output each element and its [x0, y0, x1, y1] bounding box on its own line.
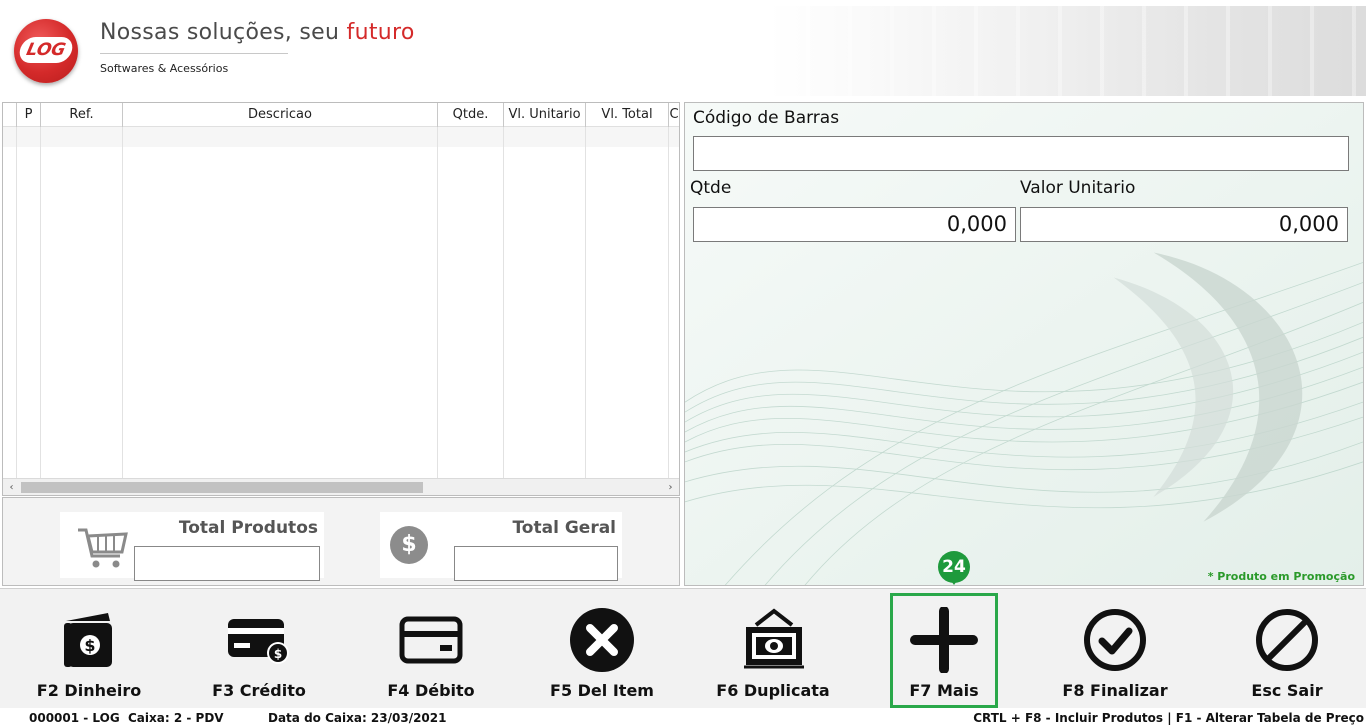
f5-del-item-label: F5 Del Item: [550, 681, 654, 700]
esc-sair-button[interactable]: Esc Sair: [1212, 589, 1362, 707]
status-data-caixa: Data do Caixa: 23/03/2021: [268, 711, 447, 725]
total-geral-box: $ Total Geral: [380, 512, 622, 581]
wave-background: [685, 103, 1363, 585]
col-vl-unitario[interactable]: Vl. Unitario: [504, 103, 586, 127]
totals-panel: Total Produtos $ Total Geral: [2, 497, 680, 586]
grid-line: [40, 127, 41, 479]
f4-debito-label: F4 Débito: [387, 681, 475, 700]
total-produtos-box: Total Produtos: [60, 512, 324, 581]
col-qtde[interactable]: Qtde.: [438, 103, 504, 127]
f5-del-item-button[interactable]: F5 Del Item: [527, 589, 677, 707]
brand-tagline: Nossas soluções, seu futuro: [100, 20, 415, 45]
brand-divider: [100, 53, 288, 54]
f3-credito-label: F3 Crédito: [212, 681, 306, 700]
cart-icon: [78, 528, 128, 568]
check-circle-icon: [1084, 609, 1146, 671]
cash-icon: $: [64, 613, 112, 667]
col-vl-total[interactable]: Vl. Total: [586, 103, 669, 127]
total-produtos-label: Total Produtos: [178, 518, 318, 538]
tagline-prefix: Nossas soluções, seu: [100, 20, 347, 45]
horizontal-scrollbar[interactable]: ‹ ›: [3, 478, 679, 495]
logo-text: LOG: [17, 37, 75, 63]
debit-card-icon: [399, 616, 463, 664]
product-entry-panel: Código de Barras Qtde 0,000 Valor Unitar…: [684, 102, 1364, 586]
f4-debito-button[interactable]: F4 Débito: [356, 589, 506, 707]
dollar-icon: $: [390, 526, 428, 564]
brand-subtitle: Softwares & Acessórios: [100, 62, 229, 75]
function-toolbar: $ F2 Dinheiro $ F3 Crédito F4 Débito F5 …: [0, 588, 1366, 708]
f6-duplicata-button[interactable]: F6 Duplicata: [698, 589, 848, 707]
grid-line: [503, 127, 504, 479]
barcode-label: Código de Barras: [693, 108, 840, 128]
f8-finalizar-button[interactable]: F8 Finalizar: [1040, 589, 1190, 707]
step-badge: 24: [938, 551, 972, 585]
grid-line: [585, 127, 586, 479]
grid-header: P Ref. Descricao Qtde. Vl. Unitario Vl. …: [3, 103, 679, 127]
items-grid[interactable]: P Ref. Descricao Qtde. Vl. Unitario Vl. …: [2, 102, 680, 496]
svg-text:$: $: [84, 636, 95, 655]
prohibited-icon: [1256, 609, 1318, 671]
f2-dinheiro-label: F2 Dinheiro: [36, 681, 142, 700]
invoice-icon: [744, 608, 804, 669]
valor-unitario-label: Valor Unitario: [1020, 178, 1136, 198]
col-descricao[interactable]: Descricao: [123, 103, 438, 127]
promo-note: * Produto em Promoção: [1207, 570, 1355, 583]
col-ref[interactable]: Ref.: [41, 103, 123, 127]
scroll-left-icon[interactable]: ‹: [3, 479, 20, 496]
svg-text:$: $: [274, 647, 282, 661]
col-p[interactable]: P: [17, 103, 41, 127]
qtde-label: Qtde: [690, 178, 732, 198]
scroll-thumb[interactable]: [21, 482, 423, 493]
f2-dinheiro-button[interactable]: $ F2 Dinheiro: [14, 589, 164, 707]
grid-body[interactable]: [3, 127, 679, 479]
app-header: LOG Nossas soluções, seu futuro Software…: [0, 0, 1366, 100]
tagline-accent: futuro: [346, 20, 415, 45]
f6-duplicata-label: F6 Duplicata: [716, 681, 830, 700]
credit-card-icon: $: [228, 619, 289, 664]
scroll-right-icon[interactable]: ›: [662, 479, 679, 496]
col-indicator[interactable]: [3, 103, 17, 127]
total-geral-label: Total Geral: [512, 518, 616, 538]
total-geral-field: [454, 546, 618, 581]
grid-line: [122, 127, 123, 479]
col-c[interactable]: C: [669, 103, 679, 127]
grid-line: [668, 127, 669, 479]
total-produtos-field: [134, 546, 320, 581]
f8-finalizar-label: F8 Finalizar: [1062, 681, 1168, 700]
grid-empty-row[interactable]: [3, 127, 679, 147]
grid-line: [16, 127, 17, 479]
delete-circle-icon: [570, 608, 634, 672]
status-bar: 000001 - LOG Caixa: 2 - PDV Data do Caix…: [0, 708, 1366, 728]
log-logo: LOG: [14, 19, 78, 83]
f3-credito-button[interactable]: $ F3 Crédito: [184, 589, 334, 707]
barcode-input[interactable]: [693, 136, 1349, 171]
qtde-input[interactable]: 0,000: [693, 207, 1016, 242]
status-operator: 000001 - LOG: [29, 711, 120, 725]
status-caixa: Caixa: 2 - PDV: [128, 711, 224, 725]
esc-sair-label: Esc Sair: [1251, 681, 1323, 700]
grid-line: [437, 127, 438, 479]
badge-number: 24: [938, 551, 970, 583]
valor-unitario-input[interactable]: 0,000: [1020, 207, 1348, 242]
status-shortcuts: CRTL + F8 - Incluir Produtos | F1 - Alte…: [973, 711, 1364, 725]
highlight-box: [890, 593, 998, 708]
header-decoration: [768, 6, 1366, 96]
